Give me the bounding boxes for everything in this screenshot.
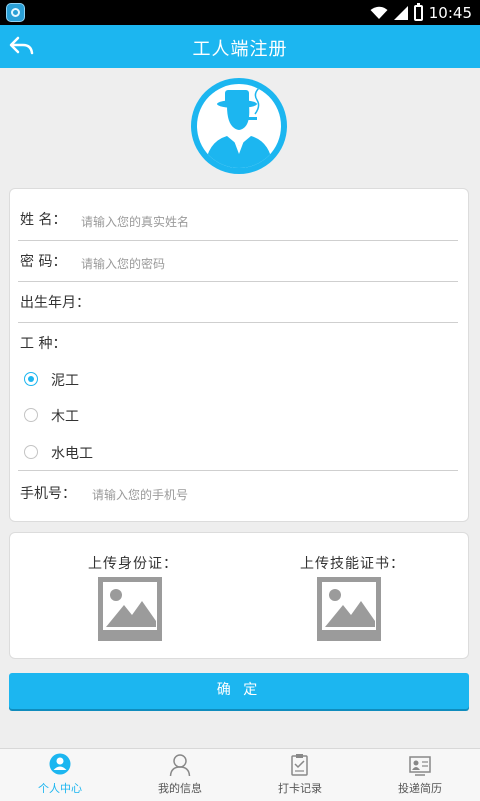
nav-label: 打卡记录	[278, 782, 322, 795]
radio-carpenter[interactable]	[24, 408, 38, 422]
avatar-man-hat-icon	[205, 87, 273, 168]
phone-label: 手机号：	[20, 486, 76, 502]
status-indicators: 10:45	[370, 2, 472, 23]
nav-label: 我的信息	[158, 782, 202, 795]
avatar[interactable]	[191, 78, 287, 174]
battery-icon	[413, 2, 423, 21]
wifi-icon	[370, 6, 388, 19]
nav-label: 投递简历	[398, 782, 442, 795]
user-outline-icon	[169, 754, 191, 777]
divider	[18, 322, 458, 323]
name-input[interactable]: 请输入您的真实姓名	[81, 213, 189, 230]
divider	[18, 470, 458, 471]
password-input[interactable]: 请输入您的密码	[81, 255, 165, 272]
registration-form: 姓 名： 请输入您的真实姓名 密 码： 请输入您的密码 出生年月： 工 种： 泥…	[9, 188, 469, 522]
user-filled-icon	[49, 753, 71, 775]
radio-mason[interactable]	[24, 372, 38, 386]
divider	[18, 240, 458, 241]
resume-icon	[409, 756, 431, 776]
name-label: 姓 名：	[20, 212, 67, 228]
birth-date-field[interactable]: 出生年月：	[20, 292, 90, 312]
nav-label: 个人中心	[38, 782, 82, 795]
status-bar: 10:45	[0, 0, 480, 25]
clipboard-icon	[291, 754, 308, 776]
status-time: 10:45	[428, 3, 472, 22]
confirm-button[interactable]: 确 定	[9, 673, 469, 709]
radio-plumber-electrician-label[interactable]: 水电工	[51, 443, 93, 463]
signal-icon	[393, 5, 408, 20]
divider	[18, 281, 458, 282]
phone-input[interactable]: 请输入您的手机号	[92, 486, 188, 503]
title-bar: 工人端注册	[0, 25, 480, 68]
password-label: 密 码：	[20, 254, 67, 270]
work-type-label: 工 种：	[20, 336, 67, 352]
skill-cert-image-placeholder-icon[interactable]	[317, 577, 381, 641]
radio-plumber-electrician[interactable]	[24, 445, 38, 459]
bottom-nav: 个人中心 我的信息 打卡记录 投递简历	[0, 748, 480, 801]
id-card-image-placeholder-icon[interactable]	[98, 577, 162, 641]
nav-personal-center[interactable]: 个人中心	[0, 749, 120, 801]
id-card-upload-label: 上传身份证：	[88, 556, 178, 572]
app-notification-icon	[6, 3, 25, 22]
page-title: 工人端注册	[192, 39, 288, 60]
radio-carpenter-label[interactable]: 木工	[51, 406, 79, 426]
radio-mason-label[interactable]: 泥工	[51, 370, 79, 390]
nav-submit-resume[interactable]: 投递简历	[360, 749, 480, 801]
nav-my-info[interactable]: 我的信息	[120, 749, 240, 801]
upload-section: 上传身份证： 上传技能证书：	[9, 532, 469, 659]
nav-checkin-records[interactable]: 打卡记录	[240, 749, 360, 801]
skill-cert-upload-label: 上传技能证书：	[300, 556, 405, 572]
